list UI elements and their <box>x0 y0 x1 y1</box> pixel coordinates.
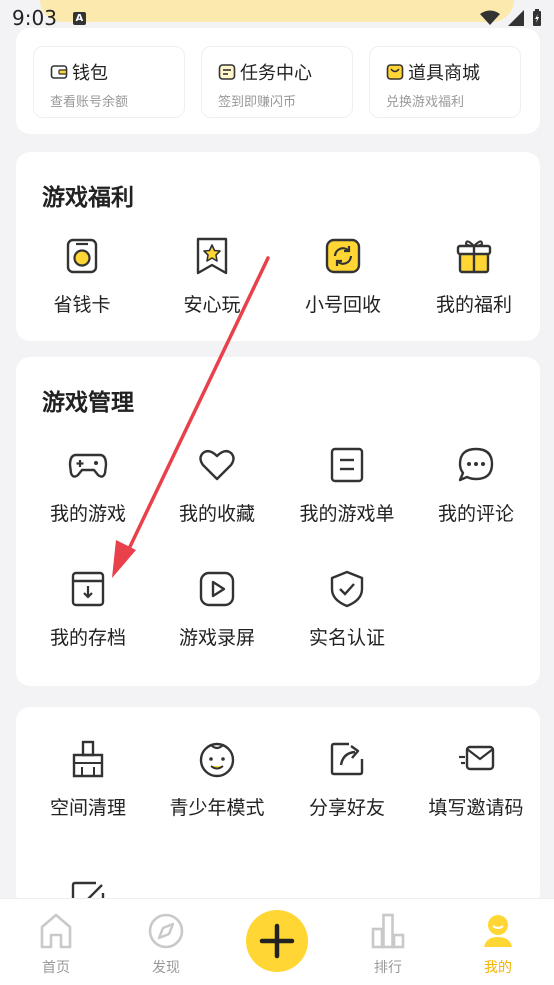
gift-icon <box>456 240 492 274</box>
item-shop-title: 道具商城 <box>408 63 480 84</box>
play-record-icon <box>199 571 235 607</box>
management-item-comments[interactable]: 我的评论 <box>411 445 541 526</box>
mail-icon <box>459 745 495 771</box>
tool-item-label: 空间清理 <box>49 797 126 819</box>
nav-home-label: 首页 <box>42 960 70 976</box>
tool-item-teen-mode[interactable]: 青少年模式 <box>152 739 282 820</box>
game-management-section: 游戏管理 我的游戏 我的收藏 我的游戏单 我的评论 我的存档 游戏录屏 实名认证 <box>16 357 540 686</box>
nav-profile[interactable]: 我的 <box>458 911 538 977</box>
item-shop-card[interactable]: 道具商城 兑换游戏福利 <box>369 46 521 118</box>
game-welfare-section: 游戏福利 省钱卡 安心玩 小号回收 我的福利 <box>16 152 540 341</box>
task-center-title: 任务中心 <box>240 63 312 84</box>
welfare-item-my-welfare[interactable]: 我的福利 <box>409 236 539 317</box>
management-item-screen-record[interactable]: 游戏录屏 <box>152 569 282 650</box>
broom-icon <box>72 740 104 778</box>
status-bar: 9:03 A <box>0 0 554 36</box>
item-shop-subtitle: 兑换游戏福利 <box>386 95 465 110</box>
task-icon <box>218 64 236 80</box>
publish-button[interactable] <box>246 910 308 972</box>
recycle-icon <box>325 238 361 274</box>
status-time: 9:03 <box>12 6 57 30</box>
shield-check-icon <box>330 570 364 608</box>
welfare-item-label: 安心玩 <box>183 294 241 316</box>
child-face-icon <box>199 742 235 778</box>
nav-ranking-label: 排行 <box>374 960 402 976</box>
gamepad-icon <box>68 453 108 478</box>
task-center-card[interactable]: 任务中心 签到即赚闪币 <box>201 46 353 118</box>
management-item-label: 我的存档 <box>49 627 126 649</box>
management-item-game-list[interactable]: 我的游戏单 <box>282 445 412 526</box>
wallet-title: 钱包 <box>72 63 108 84</box>
welfare-item-label: 小号回收 <box>304 294 381 316</box>
compass-icon <box>148 913 184 949</box>
management-item-label: 游戏录屏 <box>178 627 255 649</box>
welfare-item-safe-play[interactable]: 安心玩 <box>147 236 277 317</box>
notification-icon: A <box>72 11 86 25</box>
welfare-title: 游戏福利 <box>42 185 134 211</box>
management-item-archive[interactable]: 我的存档 <box>23 569 153 650</box>
edit-icon <box>71 881 105 899</box>
welfare-item-account-recycle[interactable]: 小号回收 <box>278 236 408 317</box>
nav-profile-label: 我的 <box>484 960 512 976</box>
game-list-icon <box>330 447 364 483</box>
welfare-item-label: 我的福利 <box>435 294 512 316</box>
shop-icon <box>386 64 404 80</box>
nav-ranking[interactable]: 排行 <box>348 911 428 977</box>
tool-item-invite-code[interactable]: 填写邀请码 <box>411 739 541 820</box>
tool-item-label: 分享好友 <box>308 797 385 819</box>
signal-icon <box>508 10 524 26</box>
management-item-my-games[interactable]: 我的游戏 <box>23 445 153 526</box>
savings-card-icon <box>66 238 98 274</box>
share-icon <box>330 742 364 776</box>
wallet-subtitle: 查看账号余额 <box>50 95 129 110</box>
tool-item-share[interactable]: 分享好友 <box>282 739 412 820</box>
heart-icon <box>199 449 235 481</box>
wifi-icon <box>480 10 500 25</box>
task-center-subtitle: 签到即赚闪币 <box>218 95 297 110</box>
management-item-label: 我的评论 <box>437 503 514 525</box>
management-item-label: 我的收藏 <box>178 503 255 525</box>
wallet-card[interactable]: 钱包 查看账号余额 <box>33 46 185 118</box>
management-item-label: 我的游戏单 <box>299 503 395 525</box>
tool-item-label: 青少年模式 <box>169 797 265 819</box>
ranking-icon <box>371 913 405 949</box>
comment-icon <box>458 447 494 482</box>
tool-item-clean[interactable]: 空间清理 <box>23 739 153 820</box>
tool-item-label: 填写邀请码 <box>428 797 524 819</box>
management-item-real-name[interactable]: 实名认证 <box>282 569 412 650</box>
tool-item-partial[interactable] <box>23 879 153 899</box>
tools-section: 空间清理 青少年模式 分享好友 填写邀请码 <box>16 707 540 907</box>
profile-icon <box>484 915 512 947</box>
battery-icon <box>533 9 541 26</box>
management-item-label: 实名认证 <box>308 627 385 649</box>
nav-discover-label: 发现 <box>152 960 180 976</box>
nav-discover[interactable]: 发现 <box>126 911 206 977</box>
wallet-icon <box>50 65 68 79</box>
nav-home[interactable]: 首页 <box>16 911 96 977</box>
welfare-item-label: 省钱卡 <box>53 294 111 316</box>
quick-access-card: 钱包 查看账号余额 任务中心 签到即赚闪币 道具商城 兑换游戏福利 <box>16 28 540 134</box>
management-title: 游戏管理 <box>42 390 134 416</box>
welfare-item-savings-card[interactable]: 省钱卡 <box>17 236 147 317</box>
home-icon <box>40 913 72 949</box>
safe-play-icon <box>196 237 228 275</box>
archive-icon <box>71 571 105 607</box>
management-item-favorites[interactable]: 我的收藏 <box>152 445 282 526</box>
management-item-label: 我的游戏 <box>49 503 126 525</box>
plus-icon <box>259 923 295 959</box>
